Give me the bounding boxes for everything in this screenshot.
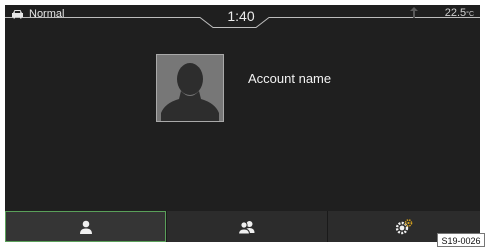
person-silhouette-icon — [161, 63, 219, 121]
status-right: 22.5 °C — [409, 6, 474, 20]
user-settings-icon — [395, 218, 413, 234]
drive-mode-indicator[interactable]: Normal — [11, 7, 64, 21]
user-icon — [79, 220, 92, 234]
bottom-tab-bar — [5, 211, 480, 242]
drive-mode-label: Normal — [29, 8, 65, 20]
clock: 1:40 — [227, 8, 255, 24]
profile-photo[interactable] — [156, 54, 224, 122]
figure-reference-code: S19-0026 — [437, 233, 485, 247]
tab-user-profiles[interactable] — [167, 211, 327, 242]
car-icon — [12, 10, 23, 19]
infotainment-screen: Normal 1:40 22.5 °C Account name — [5, 5, 480, 242]
status-bar: Normal 1:40 22.5 °C — [5, 5, 480, 28]
tab-my-profile[interactable] — [5, 211, 166, 242]
users-icon — [238, 220, 255, 234]
outside-temperature: 22.5 — [444, 7, 467, 19]
signal-icon — [409, 7, 418, 18]
account-name[interactable]: Account name — [248, 71, 331, 86]
temperature-unit: °C — [466, 10, 474, 18]
